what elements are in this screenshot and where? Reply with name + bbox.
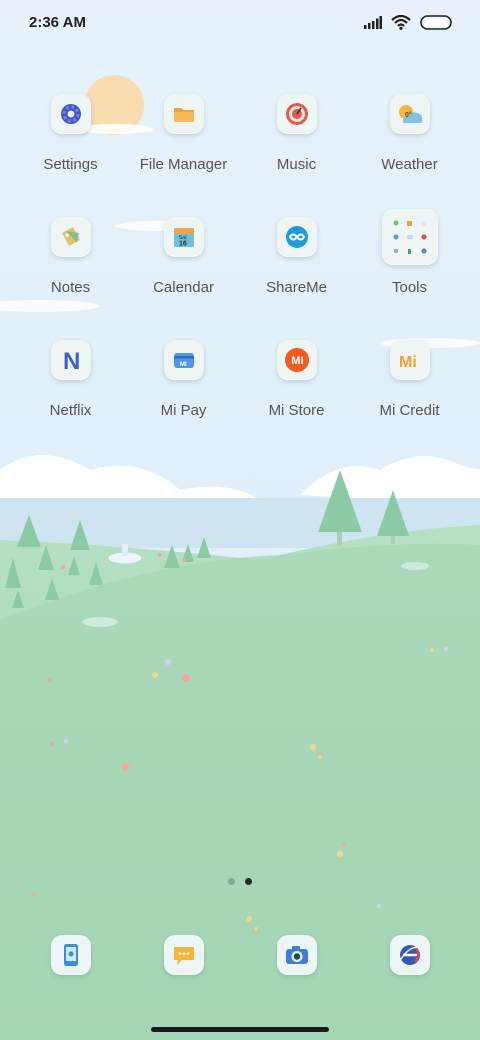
app-label: Mi Store — [268, 402, 325, 419]
app-mi-credit[interactable]: Mi Mi Credit — [353, 340, 466, 419]
status-bar: 2:36 AM — [0, 0, 480, 44]
mi-store-icon: MI — [276, 340, 317, 380]
app-weather[interactable]: 0° Weather — [353, 94, 466, 173]
app-file-manager[interactable]: File Manager — [127, 94, 240, 173]
tools-folder-icon — [381, 209, 438, 265]
signal-icon — [364, 15, 382, 29]
camera-icon[interactable] — [276, 935, 317, 975]
netflix-icon: N — [50, 340, 91, 380]
app-label: Mi Pay — [160, 402, 207, 419]
app-label: Mi Credit — [379, 402, 440, 419]
browser-icon[interactable] — [389, 935, 430, 975]
calendar-icon: Sat 16 — [163, 217, 204, 257]
app-label: Tools — [391, 279, 428, 296]
phone-icon[interactable] — [50, 935, 91, 975]
messages-icon[interactable] — [163, 935, 204, 975]
music-icon — [276, 94, 317, 134]
app-notes[interactable]: Notes — [14, 217, 127, 296]
netflix-logo-letter: N — [63, 348, 80, 374]
app-label: Calendar — [153, 279, 214, 296]
app-label: Settings — [43, 156, 98, 173]
dock — [14, 935, 466, 975]
folder-icon — [163, 94, 204, 134]
clock: 2:36 AM — [29, 13, 86, 31]
mi-pay-logo: MI — [180, 362, 187, 368]
app-label: File Manager — [139, 156, 228, 173]
mi-credit-icon: Mi — [389, 340, 430, 380]
app-label: Notes — [50, 279, 91, 296]
mi-credit-logo: Mi — [399, 354, 417, 371]
app-calendar[interactable]: Sat 16 Calendar — [127, 217, 240, 296]
notes-icon — [50, 217, 91, 257]
app-tools-folder[interactable]: Tools — [353, 209, 466, 296]
app-label: ShareMe — [266, 279, 327, 296]
page-indicator[interactable] — [0, 878, 480, 885]
app-mi-pay[interactable]: MI Mi Pay — [127, 340, 240, 419]
page-dot-2-active[interactable] — [245, 878, 252, 885]
mi-store-logo: MI — [291, 355, 303, 367]
app-mi-store[interactable]: MI Mi Store — [240, 340, 353, 419]
shareme-icon — [276, 217, 317, 257]
wifi-icon — [391, 14, 411, 30]
app-label: Music — [276, 156, 317, 173]
app-music[interactable]: Music — [240, 94, 353, 173]
app-settings[interactable]: Settings — [14, 94, 127, 173]
app-grid: Settings File Manager Music 0° Weather N… — [14, 94, 466, 419]
app-label: Netflix — [49, 402, 92, 419]
battery-icon — [420, 14, 452, 30]
weather-temp: 0° — [405, 111, 412, 119]
weather-icon: 0° — [389, 94, 430, 134]
page-dot-1[interactable] — [228, 878, 235, 885]
settings-icon — [50, 94, 91, 134]
status-icons — [364, 14, 452, 30]
home-gesture-bar[interactable] — [151, 1027, 329, 1032]
app-netflix[interactable]: N Netflix — [14, 340, 127, 419]
app-label: Weather — [381, 156, 438, 173]
mi-pay-icon: MI — [163, 340, 204, 380]
calendar-day: 16 — [179, 241, 187, 248]
app-shareme[interactable]: ShareMe — [240, 217, 353, 296]
